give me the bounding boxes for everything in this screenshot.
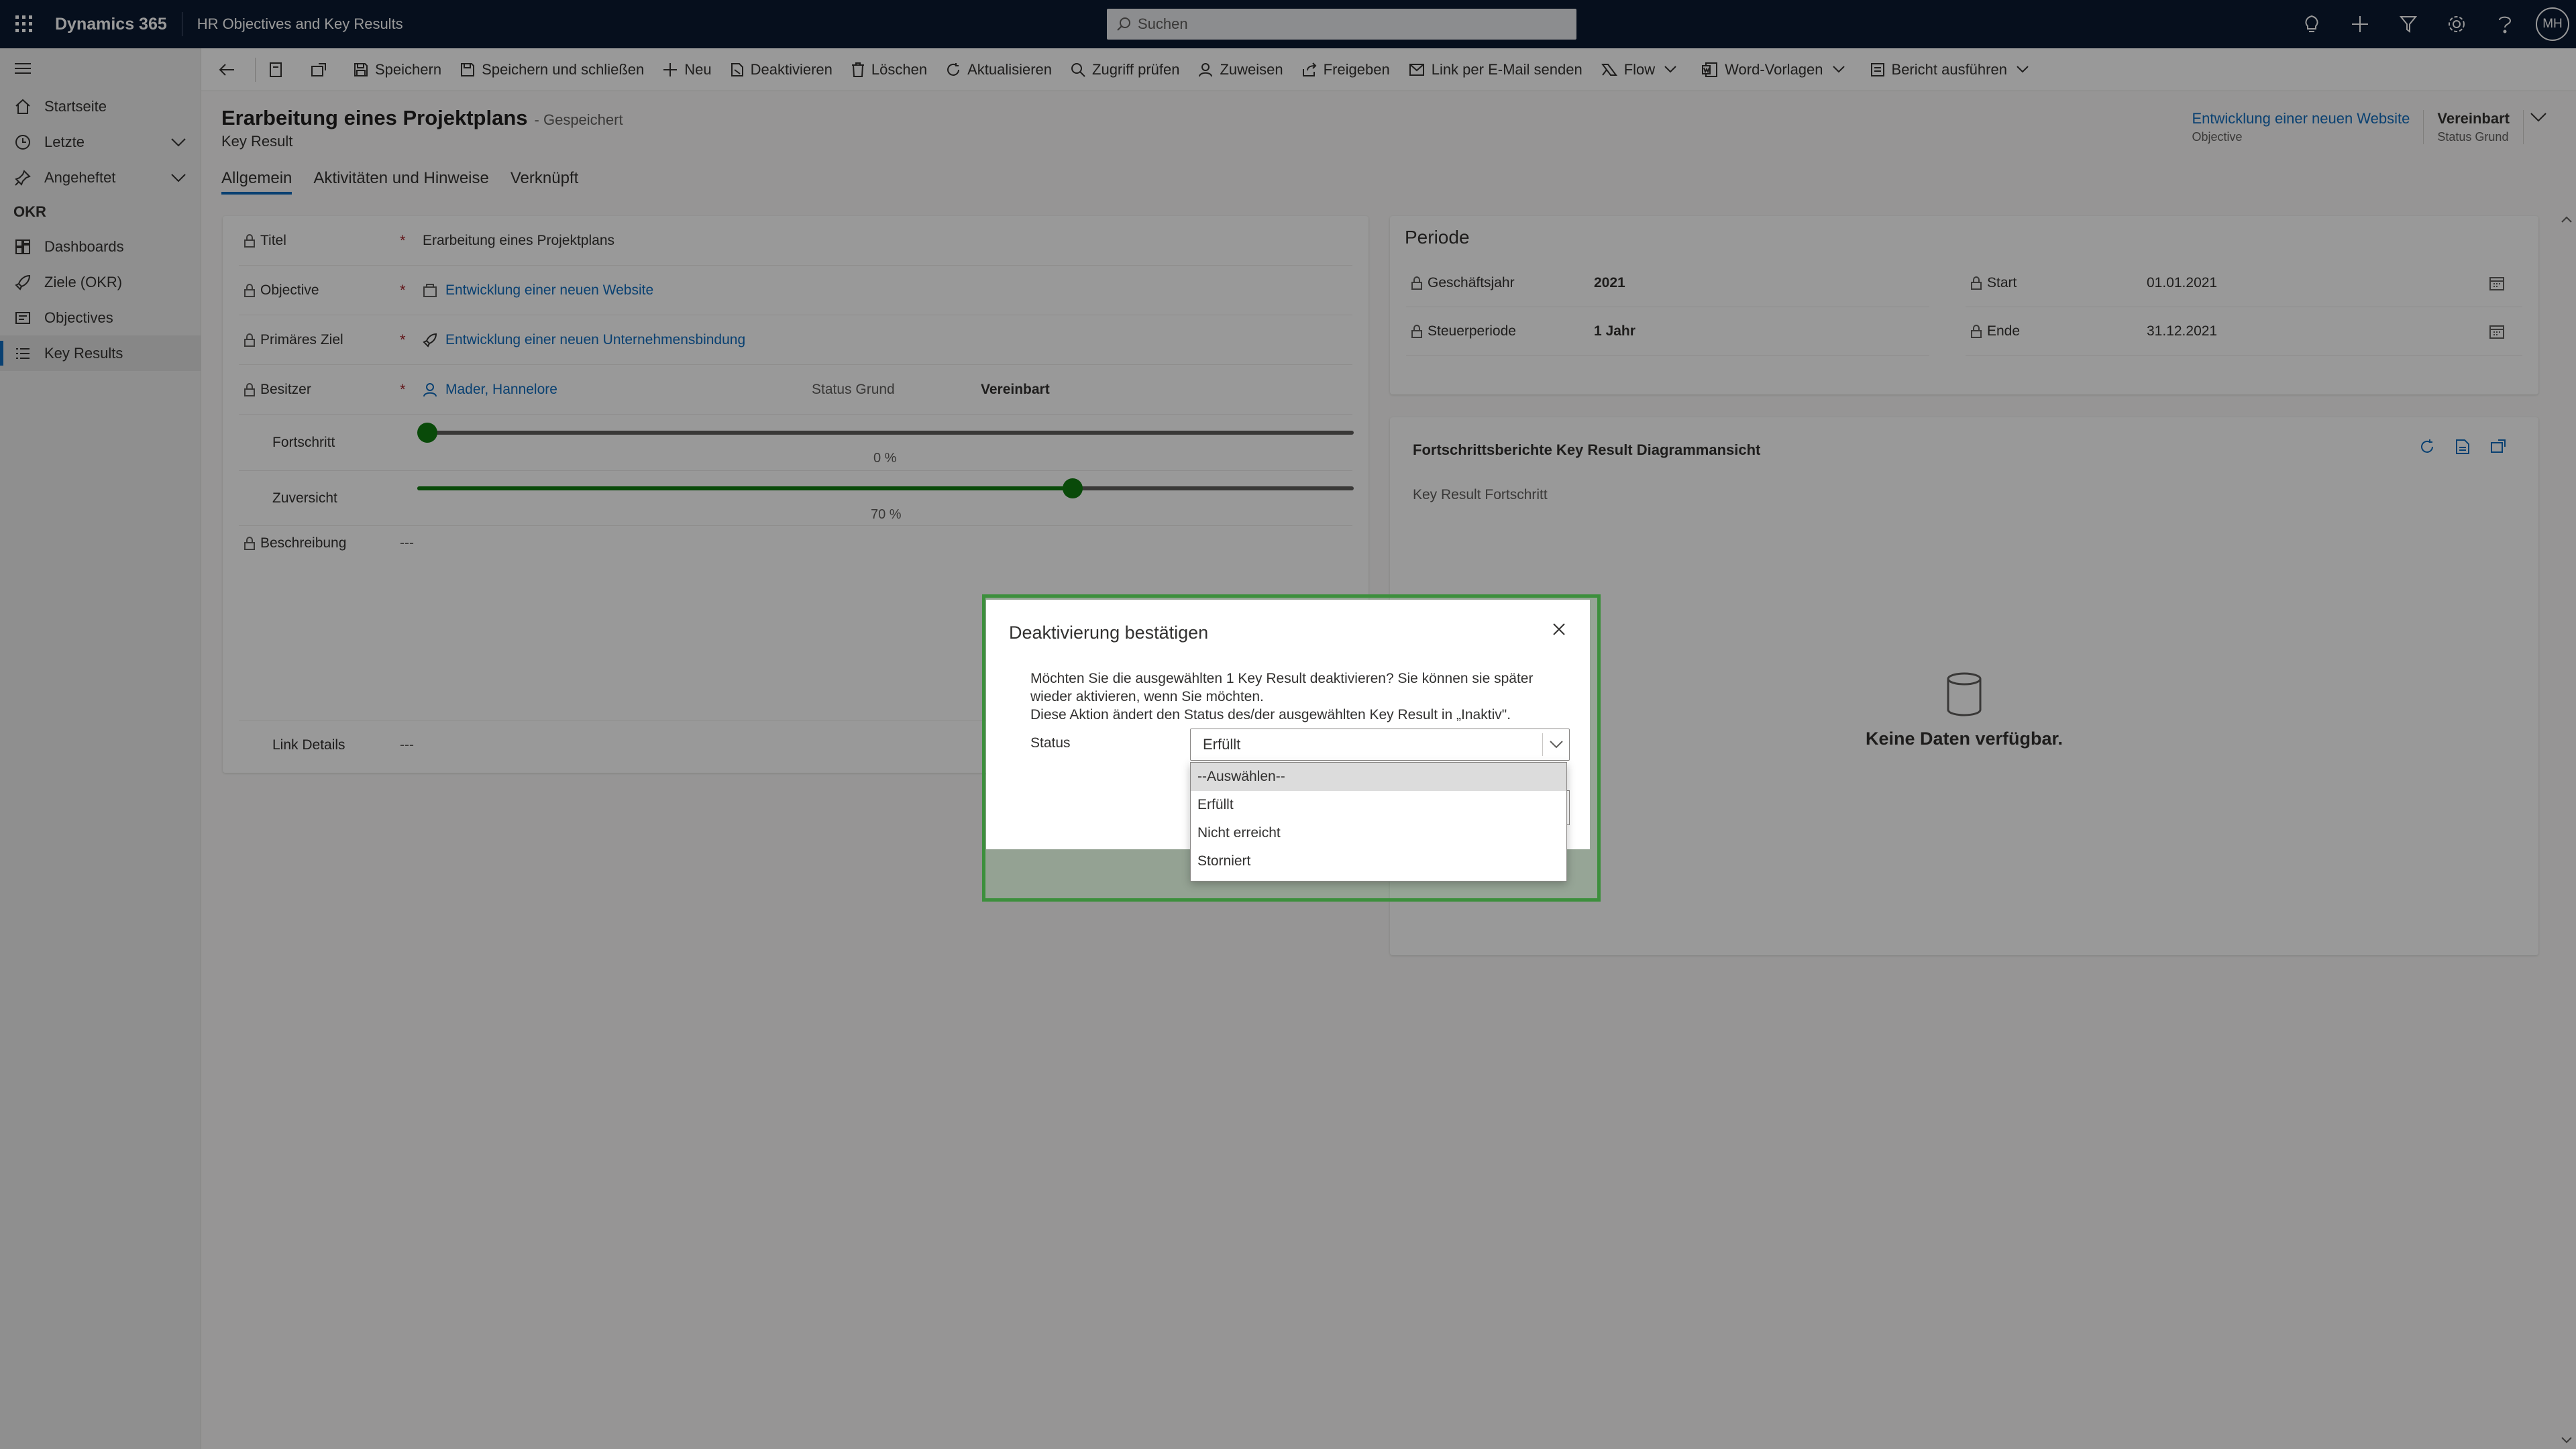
status-select[interactable]: Erfüllt	[1190, 729, 1570, 761]
status-option[interactable]: --Auswählen--	[1191, 763, 1566, 791]
dialog-message: Möchten Sie die ausgewählten 1 Key Resul…	[1030, 669, 1560, 724]
dialog-message-line: Möchten Sie die ausgewählten 1 Key Resul…	[1030, 671, 1534, 686]
dialog-title: Deaktivierung bestätigen	[1009, 623, 1209, 643]
status-selected-value: Erfüllt	[1203, 736, 1241, 753]
status-option[interactable]: Storniert	[1191, 847, 1566, 875]
status-option[interactable]: Nicht erreicht	[1191, 819, 1566, 847]
close-icon[interactable]	[1552, 623, 1566, 636]
status-dropdown-list: --Auswählen-- Erfüllt Nicht erreicht Sto…	[1190, 762, 1567, 881]
dialog-message-line: Diese Aktion ändert den Status des/der a…	[1030, 707, 1511, 722]
status-option[interactable]: Erfüllt	[1191, 791, 1566, 819]
status-label: Status	[1030, 735, 1071, 751]
chevron-down-icon[interactable]	[1542, 733, 1569, 756]
dialog-message-line: wieder aktivieren, wenn Sie möchten.	[1030, 689, 1264, 704]
